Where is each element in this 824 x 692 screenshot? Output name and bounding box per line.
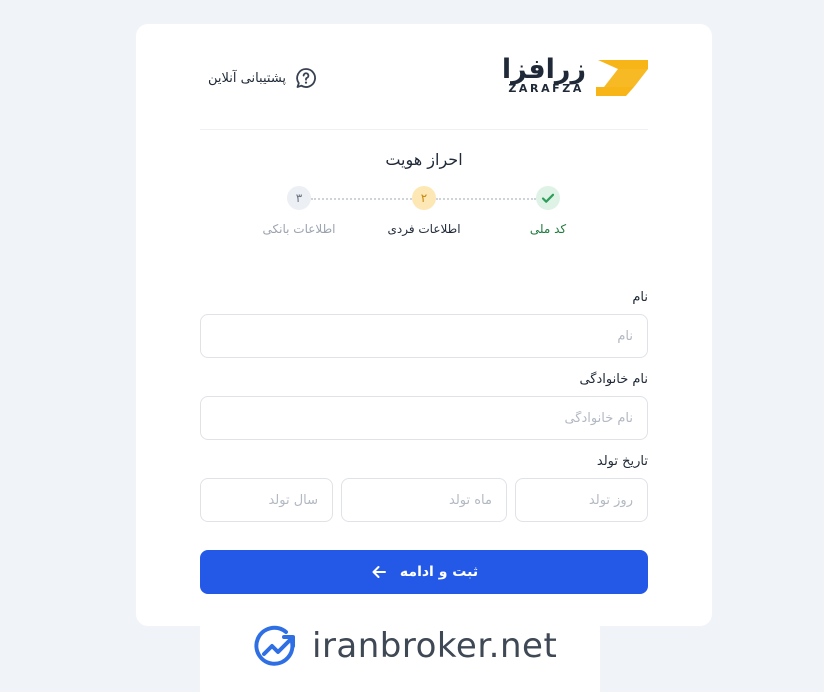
first-name-input[interactable] bbox=[200, 314, 648, 358]
step-1-label: کد ملی bbox=[529, 222, 567, 236]
iranbroker-logo-icon bbox=[254, 625, 295, 666]
progress-stepper: ۲ ۳ کد ملی اطلاعات فردی اطلاعات بانکی bbox=[136, 186, 712, 246]
watermark: iranbroker.net bbox=[200, 616, 600, 692]
step-3-indicator: ۳ bbox=[287, 186, 311, 210]
brand-name-fa: زرافزا bbox=[501, 54, 587, 85]
birth-year-input[interactable] bbox=[200, 478, 333, 522]
birth-day-input[interactable] bbox=[515, 478, 648, 522]
check-icon bbox=[541, 193, 555, 203]
first-name-label: نام bbox=[632, 290, 648, 305]
last-name-label: نام خانوادگی bbox=[579, 372, 648, 387]
step-1-indicator bbox=[536, 186, 560, 210]
last-name-input[interactable] bbox=[200, 396, 648, 440]
step-2-label: اطلاعات فردی bbox=[387, 222, 461, 236]
zarafza-logo-icon bbox=[596, 60, 648, 96]
card-header: زرافزا ZARAFZA پشتیبانی آنلاین bbox=[200, 52, 648, 130]
step-2-indicator: ۲ bbox=[412, 186, 436, 210]
birth-month-input[interactable] bbox=[341, 478, 507, 522]
brand-name-en: ZARAFZA bbox=[508, 82, 584, 95]
submit-continue-button[interactable]: ثبت و ادامه bbox=[200, 550, 648, 594]
birth-date-label: تاریخ تولد bbox=[596, 454, 648, 469]
step-3-label: اطلاعات بانکی bbox=[262, 222, 336, 236]
auth-card: زرافزا ZARAFZA پشتیبانی آنلاین احراز هوی… bbox=[136, 24, 712, 626]
question-bubble-icon bbox=[296, 68, 316, 88]
online-support-link[interactable]: پشتیبانی آنلاین bbox=[208, 66, 318, 90]
submit-label: ثبت و ادامه bbox=[399, 564, 479, 580]
watermark-text: iranbroker.net bbox=[312, 626, 558, 666]
arrow-left-icon bbox=[372, 566, 386, 578]
page-title: احراز هویت bbox=[385, 150, 463, 169]
stepper-connector bbox=[436, 198, 536, 200]
stepper-connector bbox=[311, 198, 412, 200]
brand-logo: زرافزا ZARAFZA bbox=[502, 54, 648, 98]
support-label: پشتیبانی آنلاین bbox=[208, 70, 287, 86]
